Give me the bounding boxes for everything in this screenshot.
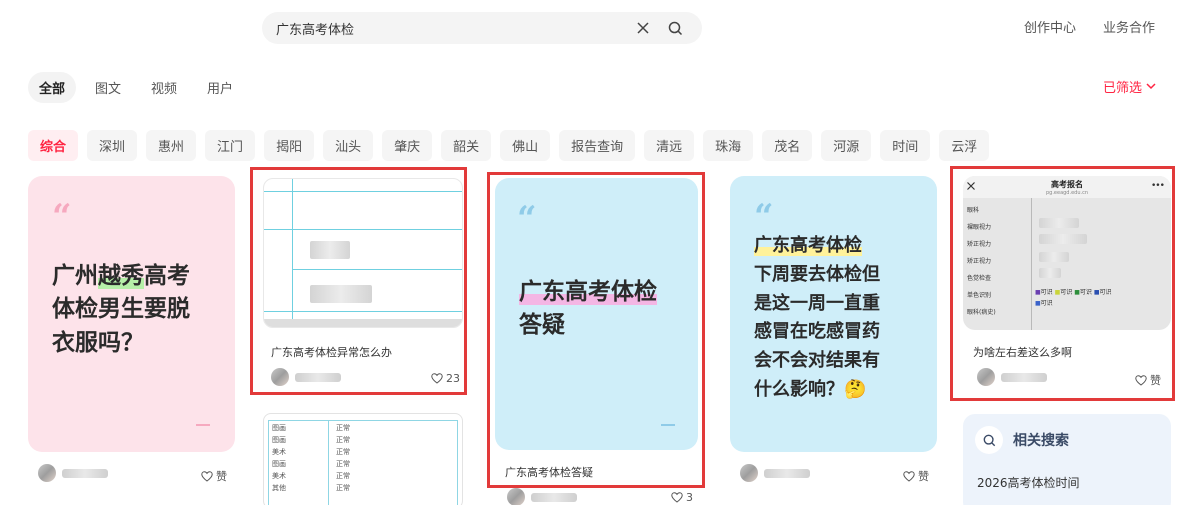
form-labels: 眼科 裸眼视力 矫正视力 矫正视力 色觉检查 单色识别 眼科(病史) [967,207,996,316]
related-search-item[interactable]: 2026高考体检时间 [977,474,1080,491]
search-icon [975,426,1003,454]
chip-shantou[interactable]: 汕头 [323,130,374,161]
note-cover[interactable]: “ 广东高考体检 答疑 [495,178,698,450]
author-name-blurred [295,372,341,382]
chip-comprehensive[interactable]: 综合 [28,130,79,161]
search-bar[interactable]: 广东高考体检 [262,12,702,44]
table-values: 正常 正常 正常 正常 正常 正常 [336,424,350,492]
chip-foshan[interactable]: 佛山 [500,130,551,161]
author[interactable] [740,464,810,482]
avatar [977,368,995,386]
content-type-tabs: 全部 图文 视频 用户 [28,72,244,103]
note-card[interactable]: “ 广东高考体检 答疑 广东高考体检答疑 3 [495,178,698,505]
tab-video[interactable]: 视频 [140,72,188,103]
tab-all[interactable]: 全部 [28,72,77,103]
chip-report-query[interactable]: 报告查询 [559,130,636,161]
quote-mark: “ [517,199,537,239]
like-button[interactable]: 23 [431,372,460,385]
like-count: 赞 [918,470,929,483]
blurred-value [310,285,372,303]
filter-button[interactable]: 已筛选 [1103,77,1156,96]
avatar [38,464,56,482]
author-name-blurred [1001,372,1047,382]
form-site: pg.eeagd.edu.cn [1045,190,1089,196]
avatar [271,368,289,386]
like-count: 赞 [1150,374,1161,387]
heart-icon [201,470,213,482]
note-cover[interactable]: 高考报名 pg.eeagd.edu.cn ••• 眼科 裸眼视力 矫正视力 矫正视力色… [963,176,1171,330]
note-card[interactable]: “ 广州越秀高考 体检男生要脱 衣服吗？ 赞 [28,176,235,496]
note-card[interactable]: “ 广东高考体检 下周要去体检但 是这一周一直重 感冒在吃感冒药 会不会对结果有… [730,176,937,496]
note-cover[interactable] [263,178,463,328]
search-input[interactable]: 广东高考体检 [276,19,630,38]
like-button[interactable]: 3 [671,491,693,504]
note-title[interactable]: 为啥左右差这么多啊 [973,344,1072,360]
like-button[interactable]: 赞 [201,468,227,484]
cover-text: 广东高考体检 答疑 [519,279,657,339]
note-card[interactable]: 高考报名 pg.eeagd.edu.cn ••• 眼科 裸眼视力 矫正视力 矫正视力色… [963,176,1171,391]
note-cover[interactable]: “ 广东高考体检 下周要去体检但 是这一周一直重 感冒在吃感冒药 会不会对结果有… [730,176,937,452]
chip-time[interactable]: 时间 [880,130,931,161]
region-chips: 综合 深圳 惠州 江门 揭阳 汕头 肇庆 韶关 佛山 报告查询 清远 珠海 茂名… [28,130,990,161]
chip-shaoguan[interactable]: 韶关 [441,130,492,161]
related-search-header: 相关搜索 [975,426,1069,454]
note-card[interactable]: 图画 图画 美术 图画 美术 其他 正常 正常 正常 正常 正常 正常 [263,413,463,505]
like-count: 3 [686,491,693,504]
cover-dash [661,424,675,426]
cover-text: 广东高考体检 下周要去体检但 是这一周一直重 感冒在吃感冒药 会不会对结果有 什… [754,235,880,400]
business-link[interactable]: 业务合作 [1103,17,1155,36]
more-icon: ••• [1151,181,1165,191]
cover-text: 广州越秀高考 体检男生要脱 衣服吗？ [52,263,190,356]
note-card[interactable]: 广东高考体检异常怎么办 23 [263,178,463,388]
blurred-value [310,241,350,259]
cover-dash [196,424,210,426]
like-count: 赞 [216,470,227,483]
note-cover[interactable]: “ 广州越秀高考 体检男生要脱 衣服吗？ [28,176,235,452]
note-title[interactable]: 广东高考体检异常怎么办 [271,344,392,360]
avatar [507,488,525,505]
chip-qingyuan[interactable]: 清远 [644,130,695,161]
note-cover[interactable]: 图画 图画 美术 图画 美术 其他 正常 正常 正常 正常 正常 正常 [263,413,463,505]
author[interactable] [977,368,1047,386]
chevron-down-icon [1146,83,1156,90]
color-options: ■可识 ■可识 ■可识 ■可识 [1035,289,1112,296]
chip-shenzhen[interactable]: 深圳 [87,130,138,161]
heart-icon [903,470,915,482]
author-name-blurred [764,468,810,478]
like-button[interactable]: 赞 [1135,372,1161,388]
author[interactable] [38,464,108,482]
note-title[interactable]: 广东高考体检答疑 [505,464,593,480]
chip-zhaoqing[interactable]: 肇庆 [382,130,433,161]
chip-huizhou[interactable]: 惠州 [146,130,197,161]
quote-mark: “ [52,197,72,237]
search-icon[interactable] [662,15,688,41]
heart-icon [671,492,683,503]
chip-heyuan[interactable]: 河源 [821,130,872,161]
tab-user[interactable]: 用户 [196,72,244,103]
author[interactable] [271,368,341,386]
tab-image-text[interactable]: 图文 [84,72,132,103]
quote-mark: “ [754,197,774,237]
heart-icon [1135,374,1147,386]
heart-icon [431,373,443,384]
like-count: 23 [446,372,460,385]
author[interactable] [507,488,577,505]
related-search-card: 相关搜索 2026高考体检时间 [963,414,1171,505]
color-options: ■可识 [1035,300,1053,307]
author-name-blurred [531,492,577,502]
avatar [740,464,758,482]
form-header: 高考报名 [1051,180,1083,189]
filter-label: 已筛选 [1102,81,1142,96]
author-name-blurred [62,468,108,478]
chip-jieyang[interactable]: 揭阳 [264,130,315,161]
creator-center-link[interactable]: 创作中心 [1024,17,1076,36]
related-search-title: 相关搜索 [1013,433,1069,449]
clear-icon[interactable] [630,15,656,41]
chip-yunfu[interactable]: 云浮 [939,130,990,161]
like-button[interactable]: 赞 [903,468,929,484]
table-labels: 图画 图画 美术 图画 美术 其他 [272,424,286,492]
chip-maoming[interactable]: 茂名 [762,130,813,161]
chip-jiangmen[interactable]: 江门 [205,130,256,161]
chip-zhuhai[interactable]: 珠海 [703,130,754,161]
